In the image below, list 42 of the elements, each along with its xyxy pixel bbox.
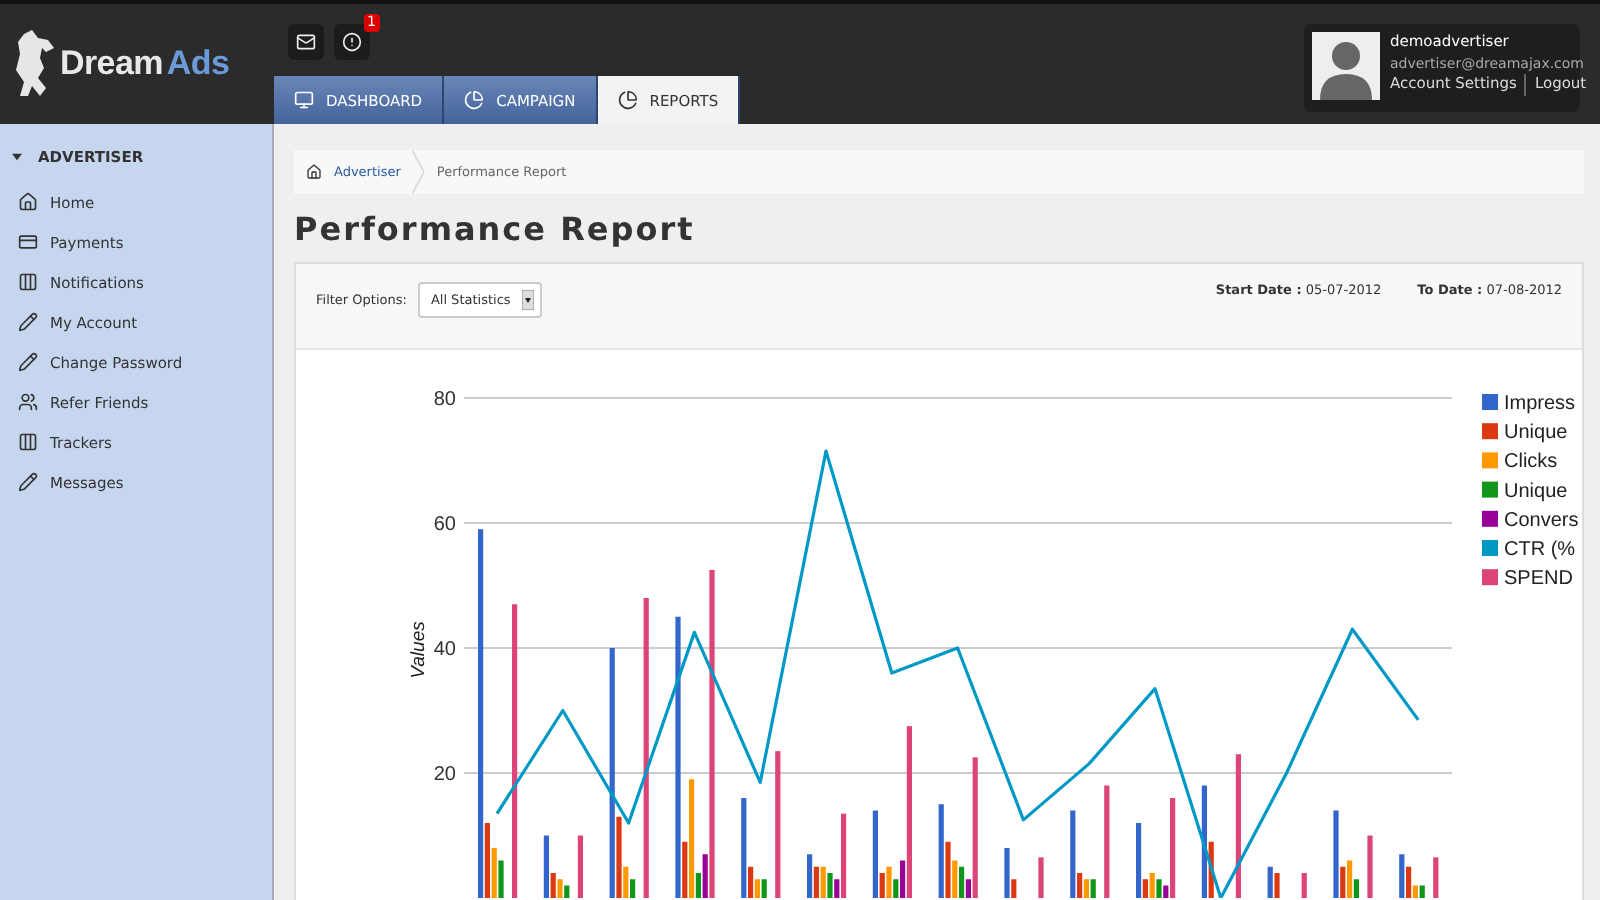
home-icon: [306, 164, 322, 180]
alert-button[interactable]: [334, 24, 370, 60]
horse-logo-icon: [12, 30, 56, 98]
legend-label: Convers: [1504, 509, 1579, 532]
legend-label: Unique: [1504, 480, 1568, 503]
axis-tick-label: 60: [433, 514, 456, 536]
dropdown-arrow-icon: [522, 290, 535, 310]
alert-icon: [342, 32, 362, 52]
breadcrumb-separator-icon: [412, 150, 425, 194]
people-icon: [18, 392, 38, 412]
mail-button[interactable]: [288, 24, 324, 60]
pie-chart-icon: [464, 90, 485, 110]
envelope-icon: [296, 32, 316, 52]
axis-tick-label: 80: [433, 389, 456, 411]
card-icon: [18, 232, 38, 252]
home-icon: [18, 192, 38, 212]
bar: [1433, 857, 1439, 898]
bar: [1104, 785, 1110, 898]
axis-tick-label: 40: [433, 639, 456, 661]
pencil-icon: [18, 472, 38, 492]
bar: [1038, 857, 1044, 898]
columns-icon: [18, 432, 38, 452]
bar: [1367, 835, 1373, 898]
legend-label: SPEND: [1504, 568, 1573, 591]
legend-label: Clicks: [1504, 451, 1558, 474]
columns-icon: [18, 272, 38, 292]
logo-text: Dream: [60, 44, 163, 84]
page-title: Performance Report: [294, 210, 697, 248]
axis-title: Values: [408, 621, 430, 679]
avatar-silhouette-icon: [1312, 32, 1380, 100]
legend-label: Impress: [1504, 393, 1576, 415]
bar: [1301, 873, 1307, 898]
bar: [577, 835, 583, 898]
legend-label: CTR (%: [1504, 539, 1576, 561]
logo-text: Ads: [166, 44, 230, 84]
monitor-icon: [294, 90, 314, 110]
pencil-icon: [18, 312, 38, 332]
bar: [1235, 754, 1241, 898]
pencil-icon: [18, 352, 38, 372]
pie-chart-icon: [617, 90, 638, 110]
legend-label: Unique: [1504, 422, 1568, 445]
axis-tick-label: 20: [433, 764, 456, 786]
